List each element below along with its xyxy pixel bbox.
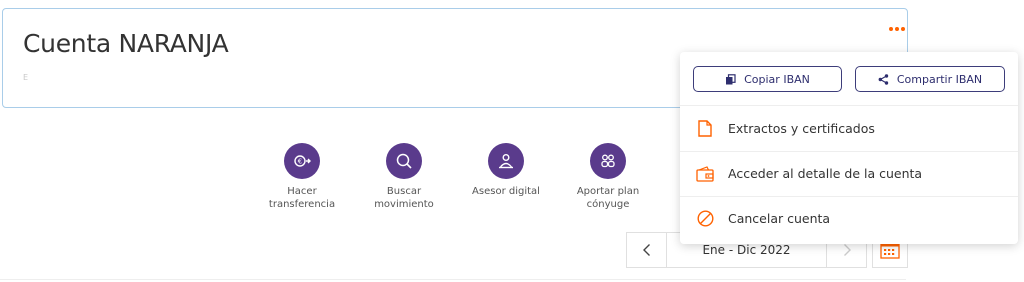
quick-action-spouse-plan[interactable]: Aportar plan cónyuge: [553, 143, 663, 211]
share-icon: [878, 73, 889, 85]
account-number-hint: E: [23, 73, 29, 82]
quick-action-label: Asesor digital: [451, 185, 561, 198]
quick-action-advisor[interactable]: Asesor digital: [451, 143, 561, 198]
menu-item-label: Cancelar cuenta: [728, 211, 831, 226]
label-line: transferencia: [268, 199, 336, 210]
account-title: Cuenta NARANJA: [23, 29, 229, 58]
document-icon: [696, 120, 714, 138]
menu-item-statements[interactable]: Extractos y certificados: [680, 106, 1018, 151]
label-line: Aportar plan: [576, 186, 640, 197]
advisor-icon: [488, 143, 524, 179]
couple-icon: [590, 143, 626, 179]
share-iban-button[interactable]: Compartir IBAN: [855, 66, 1005, 92]
account-options-menu: Copiar IBAN Compartir IBAN Extractos y c…: [680, 52, 1018, 244]
more-options-button[interactable]: [885, 21, 909, 37]
chevron-right-icon: [843, 244, 851, 256]
quick-action-search[interactable]: Buscar movimiento: [349, 143, 459, 211]
menu-item-label: Extractos y certificados: [728, 121, 875, 136]
label-line: movimiento: [374, 199, 434, 210]
dot-icon: [901, 27, 905, 31]
label-line: Asesor digital: [472, 186, 540, 197]
label-line: Hacer: [287, 186, 317, 197]
share-iban-label: Compartir IBAN: [896, 72, 983, 86]
label-line: Buscar: [386, 186, 422, 197]
quick-action-label: Hacer transferencia: [247, 185, 357, 211]
cancel-icon: [696, 210, 714, 228]
account-page: Cuenta NARANJA E € Hacer transferencia B…: [0, 0, 1024, 282]
svg-text:€: €: [298, 158, 302, 166]
search-icon: [386, 143, 422, 179]
quick-action-transfer[interactable]: € Hacer transferencia: [247, 143, 357, 211]
chevron-left-icon: [642, 244, 650, 256]
label-line: cónyuge: [586, 199, 630, 210]
divider: [0, 279, 906, 280]
menu-item-account-detail[interactable]: Acceder al detalle de la cuenta: [680, 151, 1018, 196]
copy-icon: [726, 73, 736, 84]
dot-icon: [895, 27, 899, 31]
quick-action-label: Aportar plan cónyuge: [553, 185, 663, 211]
dot-icon: [889, 27, 893, 31]
menu-item-cancel-account[interactable]: Cancelar cuenta: [680, 196, 1018, 241]
euro-transfer-icon: €: [284, 143, 320, 179]
wallet-icon: [696, 165, 714, 183]
menu-item-label: Acceder al detalle de la cuenta: [728, 166, 923, 181]
quick-action-label: Buscar movimiento: [349, 185, 459, 211]
previous-period-button[interactable]: [627, 233, 667, 267]
copy-iban-label: Copiar IBAN: [744, 72, 810, 86]
copy-iban-button[interactable]: Copiar IBAN: [693, 66, 842, 92]
